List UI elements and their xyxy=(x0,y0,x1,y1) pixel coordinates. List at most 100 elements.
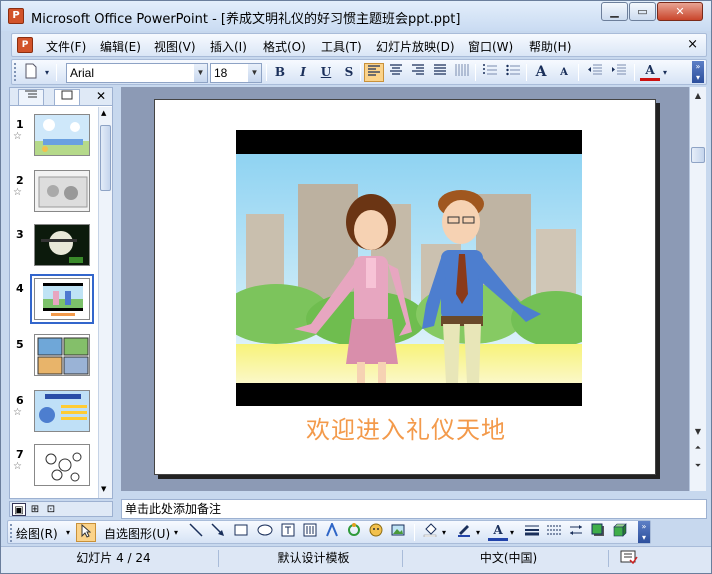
new-document-icon[interactable] xyxy=(21,63,41,82)
slide-number: 1 xyxy=(16,118,24,131)
clip-art-icon[interactable] xyxy=(366,523,386,542)
fill-color-icon[interactable] xyxy=(420,523,440,542)
arrow-tool-icon[interactable] xyxy=(208,523,228,542)
scroll-up-icon[interactable]: ▲ xyxy=(691,89,705,103)
menu-edit[interactable]: 编辑(E) xyxy=(100,38,141,55)
next-slide-icon[interactable]: ⏷ xyxy=(691,459,705,473)
decrease-indent-icon[interactable] xyxy=(585,63,605,82)
panel-close-button[interactable]: ✕ xyxy=(96,89,106,103)
diagram-icon[interactable] xyxy=(344,523,364,542)
spelling-check-icon[interactable] xyxy=(615,550,643,567)
align-left-icon[interactable] xyxy=(364,63,384,82)
language-indicator: 中文(中国) xyxy=(409,550,609,567)
slide-thumbnail-5[interactable]: 5 xyxy=(10,334,96,384)
slide-picture[interactable] xyxy=(236,130,582,406)
shadow-style-icon[interactable] xyxy=(588,523,608,542)
menu-window[interactable]: 窗口(W) xyxy=(468,38,513,55)
italic-button[interactable]: I xyxy=(293,63,313,82)
previous-slide-icon[interactable]: ⏶ xyxy=(691,441,705,455)
menu-format[interactable]: 格式(O) xyxy=(263,38,306,55)
rectangle-tool-icon[interactable] xyxy=(231,523,251,542)
close-button[interactable]: ✕ xyxy=(657,2,703,21)
outline-tab-icon[interactable] xyxy=(18,89,44,105)
slides-panel-scrollbar[interactable]: ▲ ▼ xyxy=(98,107,112,498)
menu-view[interactable]: 视图(V) xyxy=(154,38,196,55)
notes-pane[interactable]: 单击此处添加备注 xyxy=(121,499,707,519)
dash-style-icon[interactable] xyxy=(544,523,564,542)
slide-editing-area: 欢迎进入礼仪天地 xyxy=(121,87,689,491)
bold-button[interactable]: B xyxy=(270,63,290,82)
toolbar-options-icon[interactable]: » ▾ xyxy=(692,61,704,83)
slide-thumbnail-7[interactable]: 7 ☆ xyxy=(10,444,96,494)
oval-tool-icon[interactable] xyxy=(255,523,275,542)
shadow-button[interactable]: S xyxy=(339,63,359,82)
chevron-down-icon[interactable]: ▾ xyxy=(660,63,670,82)
toolbar-options-icon[interactable]: » ▾ xyxy=(638,521,650,543)
align-right-icon[interactable] xyxy=(408,63,428,82)
text-box-icon[interactable] xyxy=(278,523,298,542)
scrollbar-thumb[interactable] xyxy=(100,125,111,191)
chevron-down-icon[interactable]: ▾ xyxy=(442,528,446,537)
document-icon[interactable]: P xyxy=(17,37,33,53)
font-size-select[interactable]: 18 ▼ xyxy=(210,63,262,83)
justify-icon[interactable] xyxy=(430,63,450,82)
normal-view-icon[interactable]: ▣ xyxy=(12,503,26,516)
scroll-up-icon[interactable]: ▲ xyxy=(101,109,106,117)
menu-tools[interactable]: 工具(T) xyxy=(321,38,362,55)
arrow-style-icon[interactable] xyxy=(566,523,586,542)
chevron-down-icon[interactable]: ▾ xyxy=(66,528,70,537)
chevron-down-icon[interactable]: ▾ xyxy=(174,528,178,537)
document-close-button[interactable]: × xyxy=(687,37,698,52)
new-dropdown-icon[interactable]: ▾ xyxy=(41,63,53,82)
menu-slideshow[interactable]: 幻灯片放映(D) xyxy=(376,38,455,55)
toolbar-grip[interactable] xyxy=(14,63,17,81)
autoshapes-menu-button[interactable]: 自选图形(U) xyxy=(104,525,170,542)
vertical-text-box-icon[interactable] xyxy=(300,523,320,542)
slide-title-text[interactable]: 欢迎进入礼仪天地 xyxy=(155,410,657,445)
chevron-down-icon[interactable]: ▼ xyxy=(194,64,207,82)
increase-indent-icon[interactable] xyxy=(609,63,629,82)
chevron-down-icon[interactable]: ▼ xyxy=(248,64,261,82)
menu-insert[interactable]: 插入(I) xyxy=(210,38,247,55)
numbering-icon[interactable] xyxy=(480,63,500,82)
select-objects-icon[interactable] xyxy=(76,523,96,542)
slide-sorter-view-icon[interactable]: ⊞ xyxy=(28,503,42,516)
line-color-icon[interactable] xyxy=(454,523,474,542)
font-name-select[interactable]: Arial ▼ xyxy=(66,63,208,83)
increase-font-size-button[interactable]: A xyxy=(531,63,551,82)
3d-style-icon[interactable] xyxy=(610,523,630,542)
line-tool-icon[interactable] xyxy=(186,523,206,542)
minimize-button[interactable]: ▁ xyxy=(601,2,628,21)
draw-menu-button[interactable]: 绘图(R) xyxy=(16,525,58,542)
underline-button[interactable]: U xyxy=(316,63,336,82)
slide-thumbnail-1[interactable]: 1 ☆ xyxy=(10,114,96,164)
scrollbar-thumb[interactable] xyxy=(691,147,705,163)
scroll-down-icon[interactable]: ▼ xyxy=(101,485,106,493)
slides-panel: ✕ 1 ☆ 2 ☆ 3 4 5 6 ☆ 7 ☆ ▲ ▼ xyxy=(9,87,113,499)
slide-thumbnail-3[interactable]: 3 xyxy=(10,224,96,274)
menu-help[interactable]: 帮助(H) xyxy=(529,38,571,55)
insert-picture-icon[interactable] xyxy=(388,523,408,542)
slide-thumbnail-2[interactable]: 2 ☆ xyxy=(10,170,96,220)
bullets-icon[interactable] xyxy=(503,63,523,82)
scroll-down-icon[interactable]: ▼ xyxy=(691,425,705,439)
current-slide[interactable]: 欢迎进入礼仪天地 xyxy=(154,99,656,475)
chevron-down-icon[interactable]: ▾ xyxy=(476,528,480,537)
restore-button[interactable]: ▭ xyxy=(629,2,656,21)
slideshow-view-icon[interactable]: ⊡ xyxy=(44,503,58,516)
slides-tab-icon[interactable] xyxy=(54,89,80,105)
align-center-icon[interactable] xyxy=(386,63,406,82)
toolbar-grip[interactable] xyxy=(10,524,13,542)
menu-file[interactable]: 文件(F) xyxy=(46,38,86,55)
decrease-font-size-button[interactable]: A xyxy=(554,63,574,82)
slide-thumbnail-6[interactable]: 6 ☆ xyxy=(10,390,96,440)
slide-thumbnail-4[interactable]: 4 xyxy=(10,274,96,328)
font-color-button[interactable]: A xyxy=(640,63,660,81)
line-style-icon[interactable] xyxy=(522,523,542,542)
chevron-down-icon[interactable]: ▾ xyxy=(510,528,514,537)
draw-font-color-button[interactable]: A xyxy=(488,523,508,541)
distributed-icon[interactable] xyxy=(452,63,472,82)
slide-scrollbar[interactable]: ▲ ▼ ⏶ ⏷ xyxy=(689,87,706,491)
wordart-icon[interactable] xyxy=(322,521,342,542)
powerpoint-app-icon[interactable]: P xyxy=(8,8,24,24)
